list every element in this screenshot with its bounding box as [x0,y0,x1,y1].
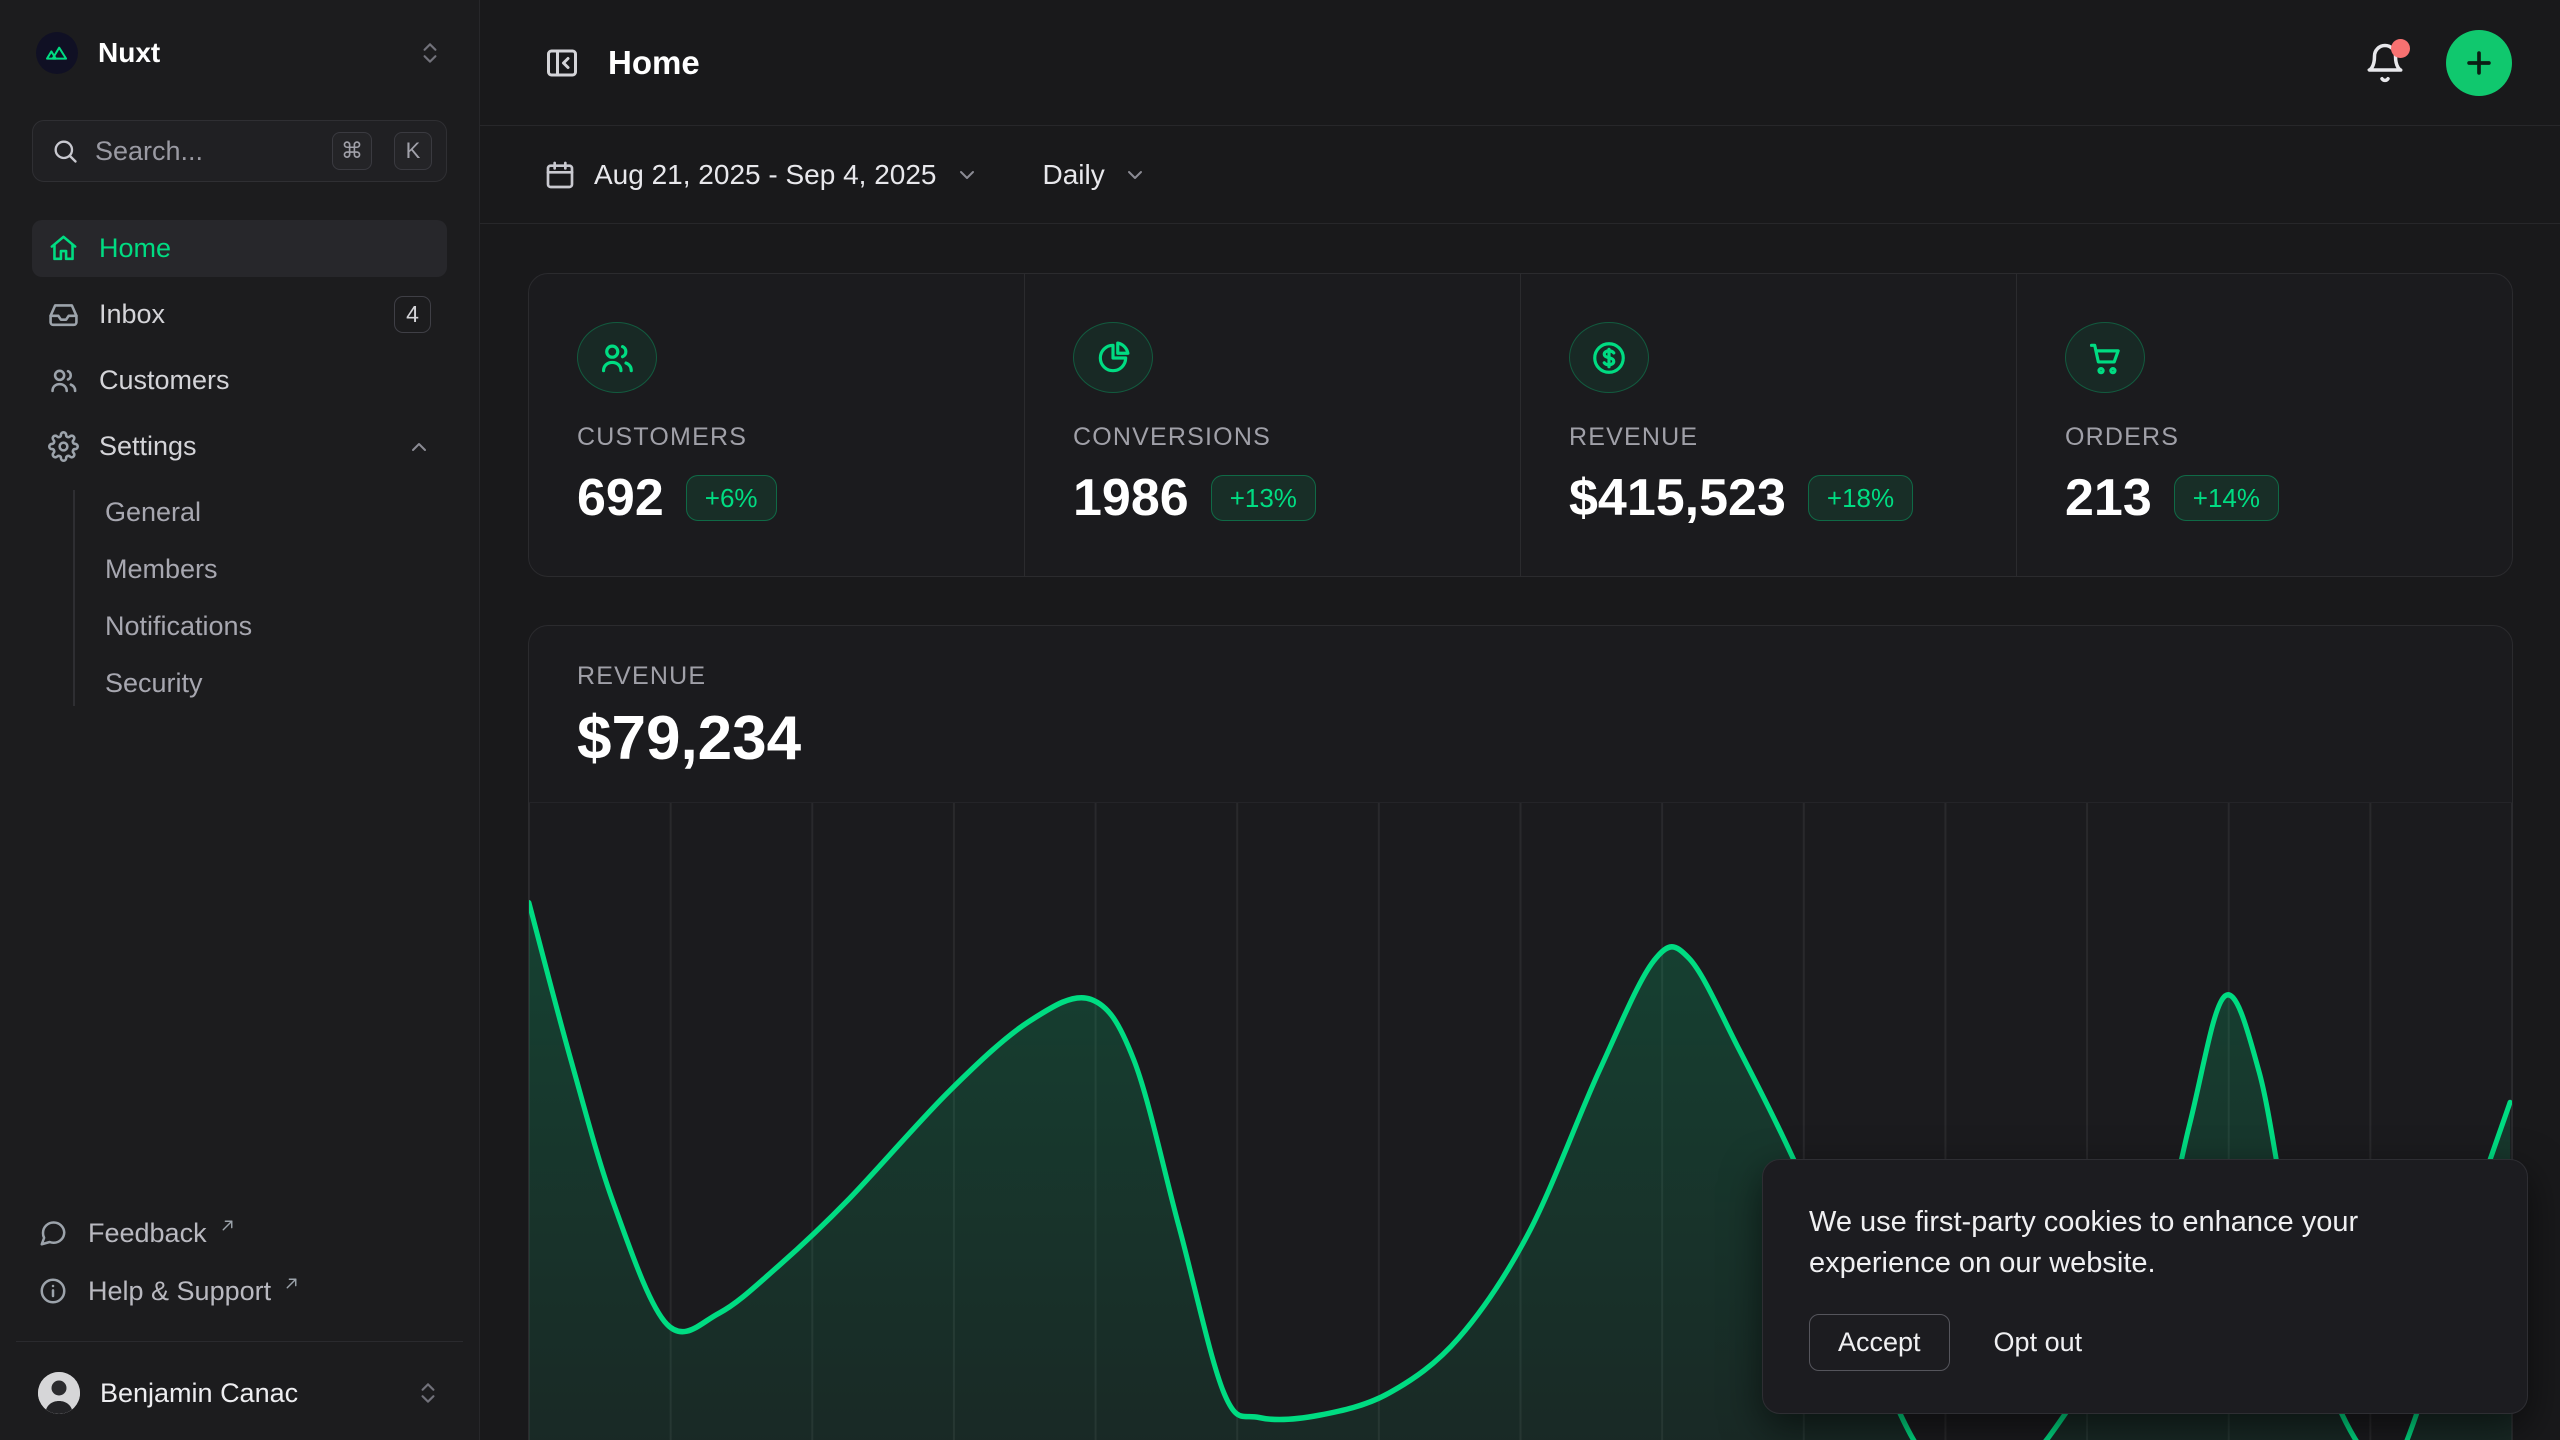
page-header: Home [480,0,2560,126]
info-circle-icon [38,1276,68,1306]
sidebar-toggle-button[interactable] [544,45,580,81]
cookie-message: We use first-party cookies to enhance yo… [1809,1202,2481,1284]
granularity-label: Daily [1043,159,1105,191]
sidebar-item-general[interactable]: General [105,484,447,541]
plus-icon [2462,46,2496,80]
pie-chart-icon [1094,339,1132,377]
sidebar-item-inbox[interactable]: Inbox 4 [32,286,447,343]
sidebar-divider [16,1341,463,1342]
stat-value: 1986 [1073,468,1189,528]
chevrons-up-down-icon [415,1380,441,1406]
date-range-label: Aug 21, 2025 - Sep 4, 2025 [594,159,937,191]
chevron-down-icon [1123,163,1147,187]
stats-card: CUSTOMERS 692 +6% CONVERSIONS 1986 +13% [528,273,2513,577]
stat-delta-badge: +13% [1211,475,1316,521]
stat-label: ORDERS [2065,423,2464,452]
team-name: Nuxt [98,37,397,69]
avatar [38,1372,80,1414]
inbox-count-badge: 4 [394,296,431,333]
settings-subnav: General Members Notifications Security [32,484,447,712]
stat-conversions[interactable]: CONVERSIONS 1986 +13% [1024,274,1520,576]
stat-revenue[interactable]: REVENUE $415,523 +18% [1520,274,2016,576]
kbd-k: K [394,132,432,170]
page-title: Home [608,44,2364,82]
sidebar-footer: Feedback Help & Support Benjamin Canac [32,1207,447,1424]
sidebar-nav: Home Inbox 4 Customers Settings General [32,220,447,712]
nuxt-logo-icon [36,32,78,74]
external-link-icon [283,1275,300,1292]
user-menu[interactable]: Benjamin Canac [32,1362,447,1424]
help-support-link[interactable]: Help & Support [32,1265,447,1317]
opt-out-button[interactable]: Opt out [1994,1327,2083,1358]
home-icon [48,233,79,264]
inbox-icon [48,299,79,330]
users-icon [48,365,79,396]
chevron-down-icon [955,163,979,187]
chevrons-up-down-icon [417,40,443,66]
filters-toolbar: Aug 21, 2025 - Sep 4, 2025 Daily [480,126,2560,224]
stat-value: $415,523 [1569,468,1786,528]
feedback-link[interactable]: Feedback [32,1207,447,1259]
circle-dollar-icon [1590,339,1628,377]
stat-delta-badge: +14% [2174,475,2279,521]
sidebar-item-customers[interactable]: Customers [32,352,447,409]
external-link-icon [219,1217,236,1234]
shopping-cart-icon [2086,339,2124,377]
sidebar-item-security[interactable]: Security [105,655,447,712]
stat-label: CONVERSIONS [1073,423,1472,452]
stat-customers[interactable]: CUSTOMERS 692 +6% [529,274,1024,576]
notifications-button[interactable] [2364,42,2406,84]
sidebar-item-notifications[interactable]: Notifications [105,598,447,655]
sidebar-item-members[interactable]: Members [105,541,447,598]
sidebar-item-home[interactable]: Home [32,220,447,277]
stat-label: CUSTOMERS [577,423,976,452]
date-range-picker[interactable]: Aug 21, 2025 - Sep 4, 2025 [544,159,979,191]
chat-bubble-icon [38,1218,68,1248]
cookie-banner: We use first-party cookies to enhance yo… [1762,1159,2528,1414]
chart-title: REVENUE [577,662,2464,691]
granularity-select[interactable]: Daily [1043,159,1147,191]
user-name: Benjamin Canac [100,1378,395,1409]
sidebar-spacer [32,712,447,1207]
sidebar: Nuxt Search... ⌘ K Home Inbox 4 [0,0,480,1440]
add-button[interactable] [2446,30,2512,96]
sidebar-item-settings[interactable]: Settings [32,418,447,475]
cookie-actions: Accept Opt out [1809,1314,2481,1371]
chart-total-value: $79,234 [577,703,2464,774]
gear-icon [48,431,79,462]
chevron-up-icon [407,435,431,459]
calendar-icon [544,159,576,191]
users-icon [598,339,636,377]
search-input[interactable]: Search... ⌘ K [32,120,447,182]
search-icon [51,137,79,165]
stat-delta-badge: +6% [686,475,777,521]
search-placeholder: Search... [95,136,316,167]
kbd-cmd: ⌘ [332,132,372,170]
chart-header: REVENUE $79,234 [529,626,2512,802]
stat-label: REVENUE [1569,423,1968,452]
stat-value: 213 [2065,468,2152,528]
accept-button[interactable]: Accept [1809,1314,1950,1371]
notification-dot [2391,39,2410,58]
stat-orders[interactable]: ORDERS 213 +14% [2016,274,2512,576]
team-switcher[interactable]: Nuxt [32,24,447,82]
panel-left-close-icon [544,45,580,81]
stat-value: 692 [577,468,664,528]
stat-delta-badge: +18% [1808,475,1913,521]
